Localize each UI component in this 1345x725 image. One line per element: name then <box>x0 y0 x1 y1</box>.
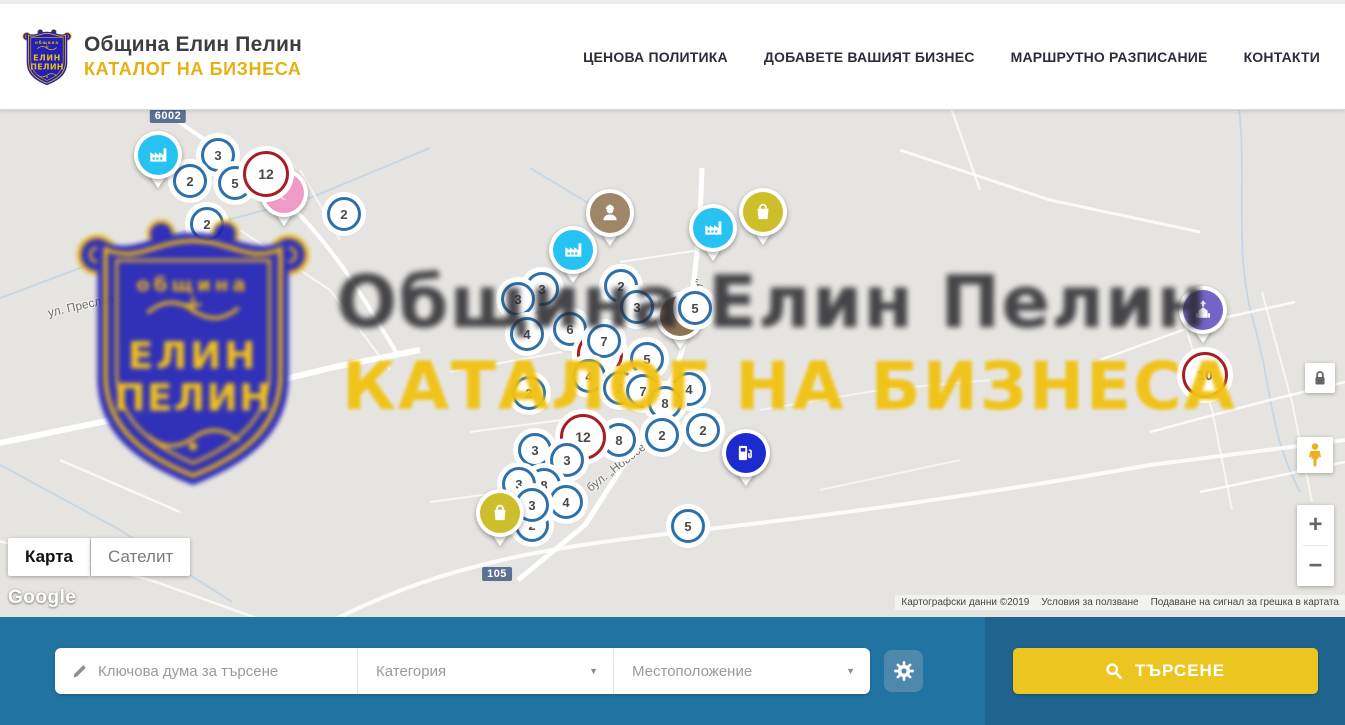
factory-icon <box>553 230 593 270</box>
cluster-marker[interactable]: 3 <box>501 282 535 316</box>
advanced-search-button[interactable] <box>884 650 923 692</box>
cluster-marker[interactable]: 4 <box>549 485 583 519</box>
chevron-down-icon: ▼ <box>589 666 598 676</box>
cluster-marker[interactable]: 2 <box>512 376 546 410</box>
site-title-block: Община Елин Пелин КАТАЛОГ НА БИЗНЕСА <box>84 33 302 80</box>
search-icon <box>1105 662 1123 680</box>
site-header: Община Елин Пелин КАТАЛОГ НА БИЗНЕСА ЦЕН… <box>0 4 1345 110</box>
pegman-icon <box>1304 442 1326 468</box>
factory-icon <box>138 135 178 175</box>
nav-item-add-business[interactable]: ДОБАВЕТЕ ВАШИЯТ БИЗНЕС <box>764 49 975 65</box>
map-data-copyright: Картографски данни ©2019 <box>895 597 1035 608</box>
cluster-marker[interactable]: 2 <box>686 413 720 447</box>
map-canvas[interactable]: ул. Преславбул. „Новоселции" 6002105 233… <box>0 110 1345 617</box>
search-fields: Категория ▼ Местоположение ▼ <box>55 648 870 694</box>
factory-category-pin[interactable] <box>134 131 182 193</box>
church-category-pin[interactable] <box>1179 286 1227 348</box>
church-icon <box>1183 290 1223 330</box>
keyword-field[interactable] <box>55 648 357 694</box>
category-value: Категория <box>376 663 446 680</box>
map-type-satellite-button[interactable]: Сателит <box>91 538 190 576</box>
map-type-control: Карта Сателит <box>8 538 190 576</box>
cluster-marker[interactable]: 8 <box>602 423 636 457</box>
search-action-panel: ТЪРСЕНЕ <box>985 617 1345 725</box>
cluster-marker[interactable]: 2 <box>327 197 361 231</box>
cluster-marker[interactable]: 8 <box>648 386 682 420</box>
zoom-out-button[interactable]: − <box>1297 546 1334 586</box>
lock-button[interactable] <box>1305 363 1335 393</box>
pencil-icon <box>71 663 88 680</box>
municipality-emblem-icon <box>22 27 72 87</box>
gear-icon <box>893 660 915 682</box>
page: Община Елин Пелин КАТАЛОГ НА БИЗНЕСА ЦЕН… <box>0 0 1345 725</box>
zoom-in-button[interactable]: + <box>1297 505 1334 545</box>
search-button-label: ТЪРСЕНЕ <box>1135 661 1225 681</box>
cluster-marker[interactable]: 2 <box>190 207 224 241</box>
nav-item-bus-schedule[interactable]: МАРШРУТНО РАЗПИСАНИЕ <box>1011 49 1208 65</box>
cluster-marker[interactable]: 3 <box>518 433 552 467</box>
location-select[interactable]: Местоположение ▼ <box>613 648 870 694</box>
google-logo[interactable]: Google <box>8 587 76 609</box>
bag-icon <box>743 192 783 232</box>
search-button[interactable]: ТЪРСЕНЕ <box>1013 648 1318 694</box>
chevron-down-icon: ▼ <box>846 666 855 676</box>
zoom-control: + − <box>1297 505 1334 586</box>
cluster-marker[interactable]: 5 <box>630 342 664 376</box>
factory-icon <box>693 208 733 248</box>
category-select[interactable]: Категория ▼ <box>357 648 613 694</box>
factory-category-pin[interactable] <box>689 204 737 266</box>
cluster-marker[interactable]: 2 <box>645 418 679 452</box>
map-type-map-button[interactable]: Карта <box>8 538 90 576</box>
site-title: Община Елин Пелин <box>84 33 302 57</box>
cluster-marker[interactable]: 10 <box>1182 352 1228 398</box>
cluster-marker[interactable]: 4 <box>572 359 606 393</box>
cluster-marker[interactable]: 7 <box>587 324 621 358</box>
cluster-marker[interactable]: 4 <box>510 317 544 351</box>
factory-category-pin[interactable] <box>549 226 597 288</box>
shopping-category-pin[interactable] <box>476 489 524 551</box>
nav-item-contacts[interactable]: КОНТАКТИ <box>1244 49 1320 65</box>
cluster-marker[interactable]: 5 <box>678 291 712 325</box>
report-map-error-link[interactable]: Подаване на сигнал за грешка в картата <box>1145 597 1345 608</box>
bag-icon <box>480 493 520 533</box>
site-subtitle: КАТАЛОГ НА БИЗНЕСА <box>84 59 302 80</box>
fuel-icon <box>726 433 766 473</box>
cluster-marker[interactable]: 12 <box>243 151 289 197</box>
terms-of-use-link[interactable]: Условия за ползване <box>1035 597 1144 608</box>
pegman-button[interactable] <box>1297 437 1333 473</box>
keyword-input[interactable] <box>98 663 338 680</box>
location-value: Местоположение <box>632 663 752 680</box>
cluster-marker[interactable]: 3 <box>620 290 654 324</box>
main-nav: ЦЕНОВА ПОЛИТИКА ДОБАВЕТЕ ВАШИЯТ БИЗНЕС М… <box>583 49 1320 65</box>
shopping-category-pin[interactable] <box>739 188 787 250</box>
cluster-marker[interactable]: 5 <box>671 509 705 543</box>
map-attribution: Картографски данни ©2019Условия за ползв… <box>895 595 1345 610</box>
search-bar: Категория ▼ Местоположение ▼ <box>0 617 1345 725</box>
lock-icon <box>1310 368 1330 388</box>
search-fields-panel: Категория ▼ Местоположение ▼ <box>0 617 985 725</box>
site-logo[interactable]: Община Елин Пелин КАТАЛОГ НА БИЗНЕСА <box>22 27 302 87</box>
nav-item-pricing[interactable]: ЦЕНОВА ПОЛИТИКА <box>583 49 728 65</box>
fuel-station-pin[interactable] <box>722 429 770 491</box>
